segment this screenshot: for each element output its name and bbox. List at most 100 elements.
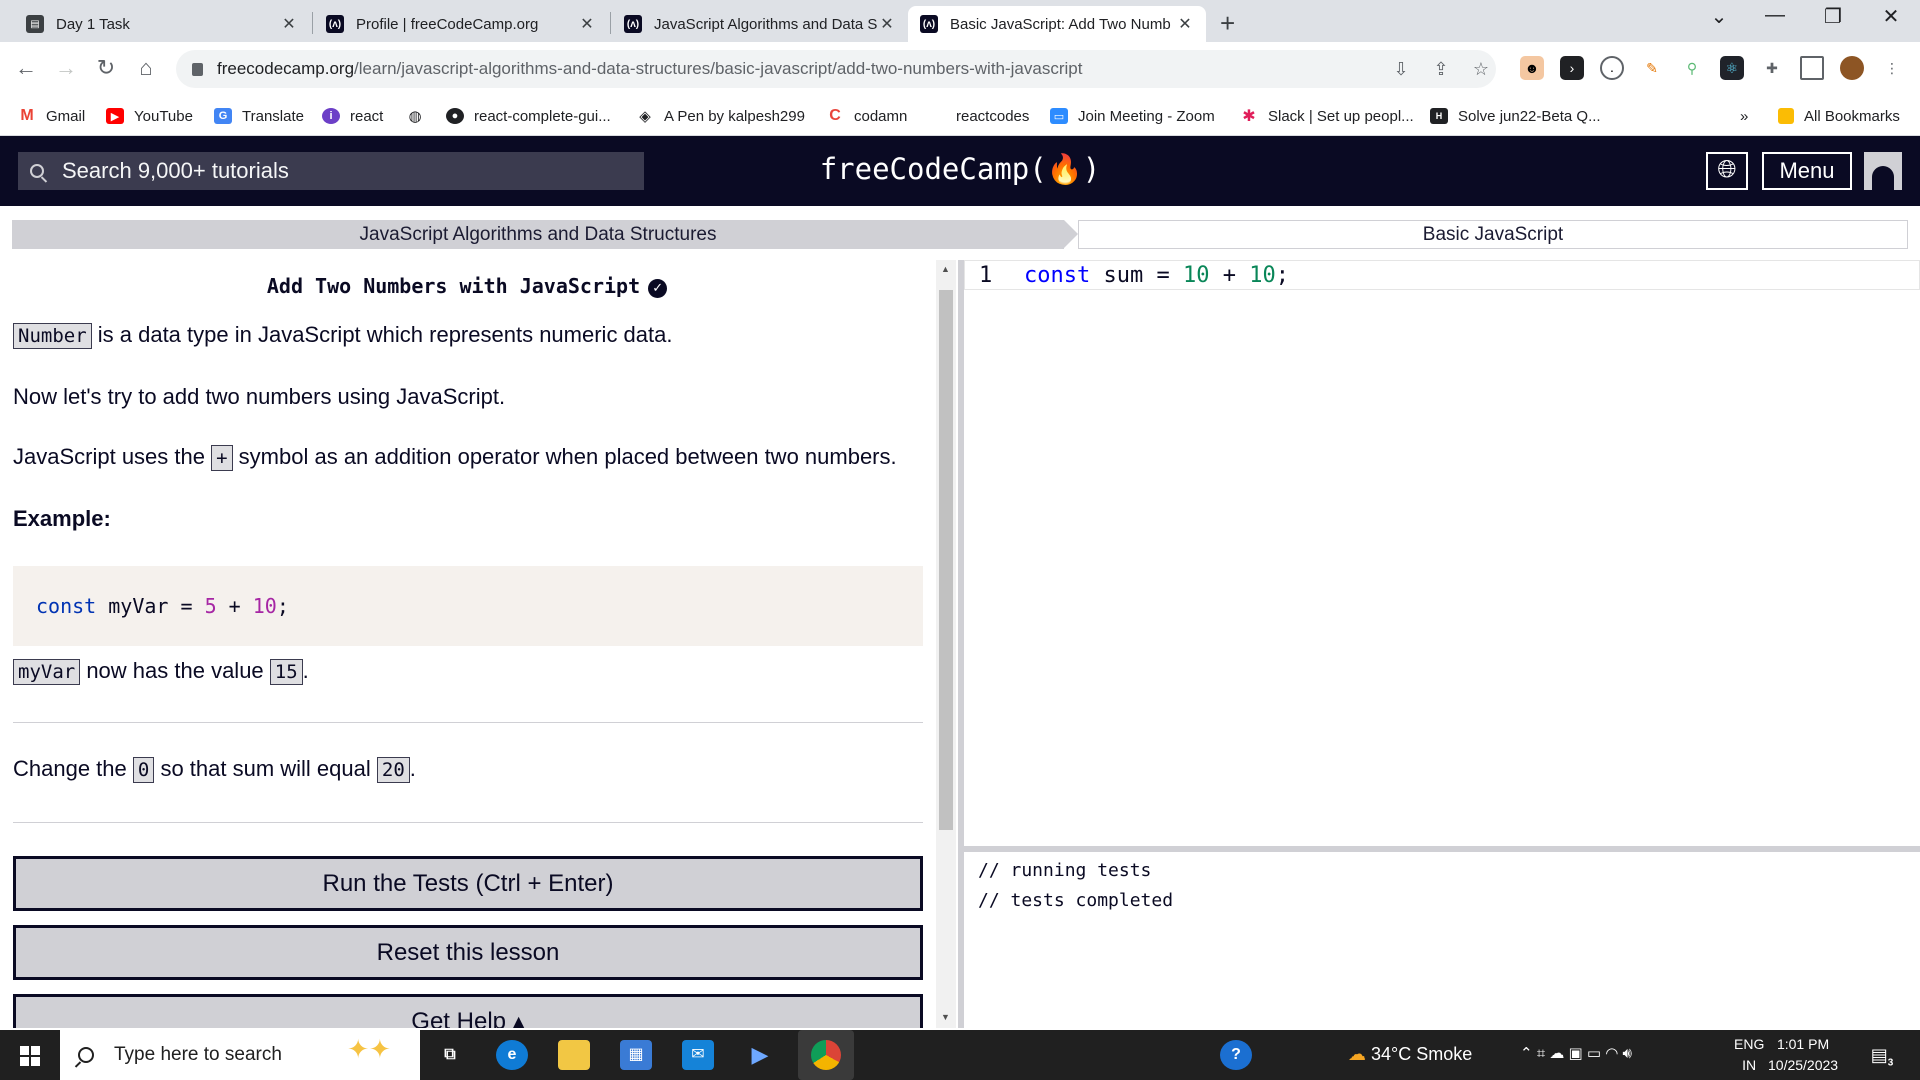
windows-start-icon[interactable] xyxy=(20,1046,40,1066)
microsoft-store-icon[interactable]: ▦ xyxy=(620,1040,652,1070)
bookmark-star-icon[interactable]: ☆ xyxy=(1468,56,1494,82)
divider xyxy=(13,822,923,823)
bookmark-react[interactable]: i react xyxy=(322,105,383,127)
close-tab-icon[interactable]: ✕ xyxy=(878,14,896,34)
bookmark-hackerrank[interactable]: H Solve jun22-Beta Q... xyxy=(1430,105,1601,127)
lock-icon[interactable] xyxy=(192,62,203,76)
gmail-icon: M xyxy=(20,107,34,124)
file-explorer-icon[interactable] xyxy=(558,1040,590,1070)
code-text[interactable]: const sum = 10 + 10; xyxy=(1024,263,1289,288)
breadcrumb-block[interactable]: Basic JavaScript xyxy=(1078,220,1908,249)
description-paragraph: JavaScript uses the + symbol as an addit… xyxy=(13,444,897,471)
bookmark-zoom[interactable]: ▭ Join Meeting - Zoom xyxy=(1050,105,1215,127)
user-avatar[interactable] xyxy=(1864,152,1902,190)
bookmark-translate[interactable]: G Translate xyxy=(214,105,304,127)
help-icon[interactable]: ? xyxy=(1220,1040,1252,1070)
bookmark-react-complete[interactable]: ● react-complete-gui... xyxy=(446,105,611,127)
windows-taskbar: Type here to search ✦✦ ⧉ e ▦ ✉ ▶ ? ☁ 34°… xyxy=(0,1030,1920,1080)
system-tray-icons[interactable]: ⌃ ⌗ ☁ ▣ ▭ ◠ 🔊︎ xyxy=(1520,1044,1632,1062)
react-bookmark-icon: i xyxy=(322,108,340,124)
bookmark-codamn[interactable]: Ccodamn xyxy=(826,105,907,127)
weather-widget[interactable]: ☁ 34°C Smoke xyxy=(1348,1044,1472,1065)
restore-icon[interactable]: ❐ xyxy=(1808,4,1858,29)
search-highlight-icon[interactable]: ✦✦ xyxy=(324,1034,414,1076)
description-paragraph: Now let's try to add two numbers using J… xyxy=(13,384,506,409)
chrome-menu-icon[interactable]: ⋮ xyxy=(1880,56,1904,80)
bookmark-youtube[interactable]: ▶ YouTube xyxy=(106,105,193,127)
forward-icon[interactable]: → xyxy=(52,54,80,82)
new-tab-icon[interactable]: + xyxy=(1220,8,1235,39)
back-icon[interactable]: ← xyxy=(12,54,40,82)
tab-search-icon[interactable]: ⌄ xyxy=(1694,4,1744,29)
extensions-puzzle-icon[interactable]: ✚ xyxy=(1760,56,1784,80)
install-app-icon[interactable]: ⇩ xyxy=(1388,56,1414,82)
mail-icon[interactable]: ✉ xyxy=(682,1040,714,1070)
bookmark-codepen[interactable]: ◈ A Pen by kalpesh299 xyxy=(636,105,805,127)
media-player-icon[interactable]: ▶ xyxy=(744,1040,776,1070)
minimize-icon[interactable]: — xyxy=(1750,4,1800,27)
edge-icon[interactable]: e xyxy=(496,1040,528,1070)
github-icon: ● xyxy=(446,108,464,124)
code-editor[interactable]: 1 const sum = 10 + 10; xyxy=(964,260,1920,846)
side-panel-icon[interactable] xyxy=(1800,56,1824,80)
scroll-down-icon[interactable]: ▼ xyxy=(941,1012,950,1022)
description-paragraph: myVar now has the value 15. xyxy=(13,658,309,685)
bookmark-reactcodes[interactable]: reactcodes xyxy=(956,105,1029,127)
search-input[interactable]: Search 9,000+ tutorials xyxy=(18,152,644,190)
home-icon[interactable]: ⌂ xyxy=(132,54,160,82)
bookmark-slack[interactable]: ✱ Slack | Set up peopl... xyxy=(1240,105,1413,127)
completed-check-icon: ✓ xyxy=(648,279,668,298)
tab-separator xyxy=(312,12,313,34)
tab-title: Basic JavaScript: Add Two Numb xyxy=(950,15,1171,33)
chrome-taskbar-icon[interactable] xyxy=(798,1030,854,1080)
freecodecamp-icon: (ʌ) xyxy=(920,15,938,33)
reload-icon[interactable]: ↻ xyxy=(92,54,120,82)
task-view-icon[interactable]: ⧉ xyxy=(434,1040,466,1070)
tab-separator xyxy=(610,12,611,34)
browser-tab[interactable]: ▤ Day 1 Task ✕ xyxy=(14,6,310,42)
language-globe-icon[interactable]: 🌐︎ xyxy=(1706,152,1748,190)
extension-icon[interactable]: ⚲ xyxy=(1680,56,1704,80)
browser-tab[interactable]: (ʌ) Profile | freeCodeCamp.org ✕ xyxy=(314,6,608,42)
tab-title: Profile | freeCodeCamp.org xyxy=(356,15,539,33)
get-help-button[interactable]: Get Help ▴ xyxy=(13,994,923,1028)
menu-button[interactable]: Menu xyxy=(1762,152,1852,190)
react-devtools-icon[interactable]: ⚛ xyxy=(1720,56,1744,80)
folder-icon xyxy=(1778,108,1794,124)
browser-tab-strip: ▤ Day 1 Task ✕ (ʌ) Profile | freeCodeCam… xyxy=(0,0,1920,42)
more-bookmarks-icon[interactable]: » xyxy=(1740,105,1748,127)
scrollbar-thumb[interactable] xyxy=(939,290,953,830)
bookmark-gmail[interactable]: M Gmail xyxy=(18,105,85,127)
scroll-up-icon[interactable]: ▲ xyxy=(941,264,950,274)
extension-icon[interactable]: · xyxy=(1600,56,1624,80)
address-bar[interactable]: freecodecamp.org/learn/javascript-algori… xyxy=(176,50,1496,88)
codamn-icon: C xyxy=(829,107,841,124)
console-line: // tests completed xyxy=(978,890,1174,911)
close-tab-icon[interactable]: ✕ xyxy=(280,14,298,34)
browser-tab[interactable]: (ʌ) JavaScript Algorithms and Data S ✕ xyxy=(612,6,908,42)
profile-avatar[interactable] xyxy=(1840,56,1864,80)
extension-icon[interactable]: ☻ xyxy=(1520,56,1544,80)
reset-lesson-button[interactable]: Reset this lesson xyxy=(13,925,923,980)
run-tests-button[interactable]: Run the Tests (Ctrl + Enter) xyxy=(13,856,923,911)
search-icon xyxy=(78,1047,94,1063)
notifications-icon[interactable]: ▤3 xyxy=(1866,1040,1898,1070)
instructions-scrollbar[interactable]: ▲ ▼ xyxy=(936,260,956,1028)
taskbar-clock[interactable]: 1:01 PM 10/25/2023 xyxy=(1768,1034,1838,1076)
bookmarks-bar: M Gmail ▶ YouTube G Translate i react ◍ ● rea… xyxy=(0,96,1920,136)
bookmark-globe[interactable]: ◍ xyxy=(406,105,434,127)
freecodecamp-icon: (ʌ) xyxy=(624,15,642,33)
close-tab-icon[interactable]: ✕ xyxy=(578,14,596,34)
close-window-icon[interactable]: ✕ xyxy=(1866,4,1916,29)
input-language[interactable]: ENG IN xyxy=(1734,1034,1764,1076)
close-tab-icon[interactable]: ✕ xyxy=(1176,14,1194,34)
url-text[interactable]: freecodecamp.org/learn/javascript-algori… xyxy=(217,59,1082,79)
terminal-extension-icon[interactable]: › xyxy=(1560,56,1584,80)
color-picker-extension-icon[interactable]: ✎ xyxy=(1640,56,1664,80)
share-icon[interactable]: ⇪ xyxy=(1428,56,1454,82)
breadcrumb-superblock[interactable]: JavaScript Algorithms and Data Structure… xyxy=(12,220,1078,249)
browser-tab-active[interactable]: (ʌ) Basic JavaScript: Add Two Numb ✕ xyxy=(908,6,1206,42)
editor-line[interactable]: 1 const sum = 10 + 10; xyxy=(964,260,1920,290)
all-bookmarks[interactable]: All Bookmarks xyxy=(1778,105,1900,127)
freecodecamp-icon: (ʌ) xyxy=(326,15,344,33)
